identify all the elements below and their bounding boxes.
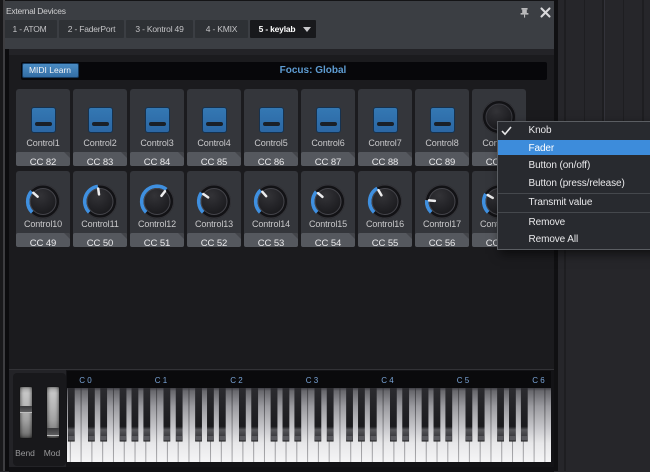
svg-text:C 5: C 5 (457, 376, 470, 385)
svg-text:C 6: C 6 (532, 376, 545, 385)
svg-text:C 1: C 1 (155, 376, 168, 385)
svg-text:C 0: C 0 (79, 376, 92, 385)
svg-text:C 2: C 2 (230, 376, 243, 385)
svg-text:C 3: C 3 (306, 376, 319, 385)
svg-text:C 4: C 4 (381, 376, 394, 385)
